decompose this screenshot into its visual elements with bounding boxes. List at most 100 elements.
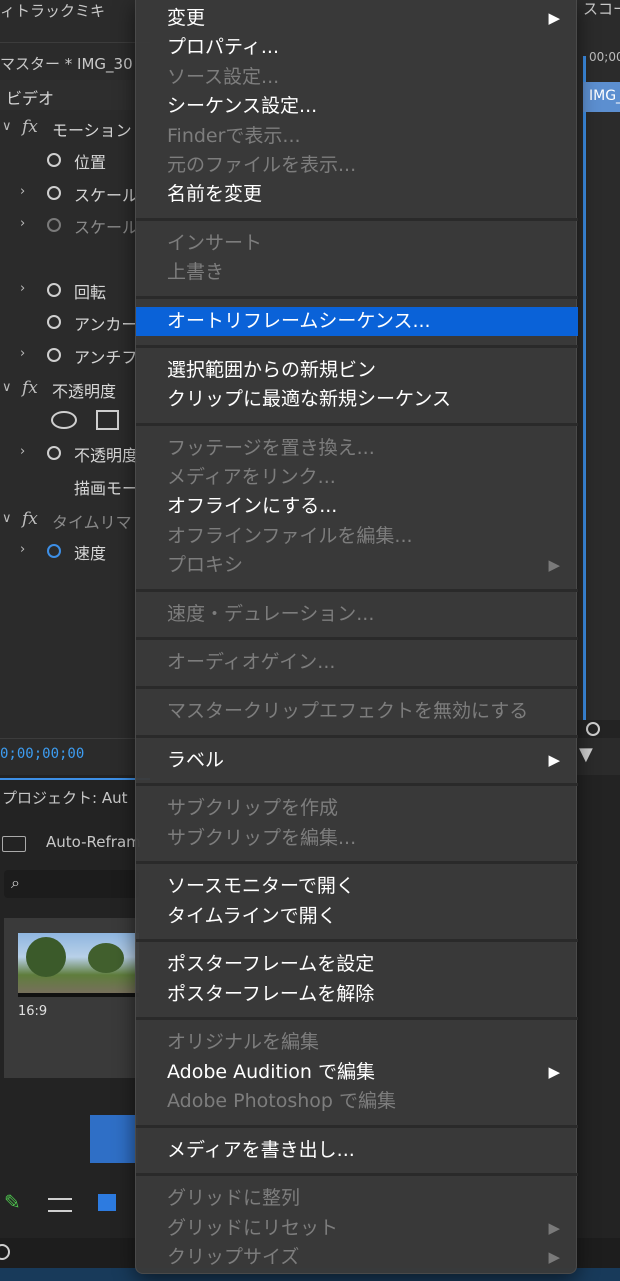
sequence-thumbnail[interactable] bbox=[90, 1115, 138, 1163]
menu-item: インサート bbox=[136, 229, 578, 258]
menu-item[interactable]: シーケンス設定... bbox=[136, 92, 578, 121]
menu-item-label: プロパティ... bbox=[167, 36, 279, 59]
stopwatch-icon[interactable] bbox=[47, 186, 61, 200]
menu-separator bbox=[136, 344, 578, 348]
fx-icon[interactable]: fx bbox=[22, 117, 38, 137]
submenu-arrow-icon: ▶ bbox=[548, 750, 560, 769]
project-tab[interactable]: プロジェクト: Aut bbox=[2, 787, 127, 808]
menu-item: サブクリップを作成 bbox=[136, 794, 578, 823]
effect-property-label: 不透明度 bbox=[52, 382, 117, 401]
expand-chevron-icon[interactable]: › bbox=[20, 444, 25, 459]
stopwatch-icon[interactable] bbox=[47, 153, 61, 167]
submenu-arrow-icon: ▶ bbox=[548, 1218, 560, 1237]
zoom-handle-icon[interactable] bbox=[0, 1244, 10, 1260]
ruler-timecode: 00;00 bbox=[589, 50, 620, 64]
menu-separator bbox=[136, 783, 578, 787]
menu-item-label: メディアをリンク... bbox=[167, 466, 336, 488]
menu-item-label: オーディオゲイン... bbox=[167, 651, 336, 674]
menu-item[interactable]: ソースモニターで開く bbox=[136, 872, 578, 901]
ellipse-mask-icon[interactable] bbox=[51, 411, 77, 429]
menu-separator bbox=[136, 1173, 578, 1177]
menu-item-label: マスタークリップエフェクトを無効にする bbox=[167, 700, 529, 722]
menu-item: メディアをリンク... bbox=[136, 463, 578, 492]
effect-property-label: 回転 bbox=[74, 283, 107, 302]
folder-icon[interactable] bbox=[2, 836, 26, 852]
menu-item[interactable]: ポスターフレームを解除 bbox=[136, 980, 578, 1009]
submenu-arrow-icon: ▶ bbox=[548, 556, 560, 575]
menu-item-label: Finderで表示... bbox=[167, 124, 301, 147]
effect-property-label: 不透明度 bbox=[74, 446, 139, 465]
effect-property-label: アンカー bbox=[74, 315, 138, 334]
menu-item: 元のファイルを表示... bbox=[136, 151, 578, 180]
menu-item[interactable]: 変更 ▶ bbox=[136, 4, 578, 33]
timeline-clip-label: IMG_ bbox=[589, 88, 620, 104]
search-input[interactable]: ⌕ bbox=[4, 870, 139, 898]
playhead-timecode[interactable]: 0;00;00;00 bbox=[0, 746, 84, 762]
menu-item[interactable]: ラベル ▶ bbox=[136, 746, 578, 775]
menu-item: Finderで表示... bbox=[136, 122, 578, 151]
menu-item[interactable]: オフラインにする... bbox=[136, 492, 578, 521]
menu-item-label: クリップサイズ bbox=[167, 1246, 300, 1268]
audio-track-mixer-tab[interactable]: ィトラックミキ bbox=[0, 0, 105, 22]
icon-view-icon[interactable] bbox=[98, 1194, 116, 1211]
list-view-icon[interactable] bbox=[48, 1198, 72, 1212]
stopwatch-icon[interactable] bbox=[47, 544, 61, 558]
menu-item[interactable]: プロパティ... bbox=[136, 33, 578, 62]
menu-separator bbox=[136, 1124, 578, 1128]
master-clip-label[interactable]: マスター * IMG_30 bbox=[0, 53, 133, 74]
effect-property-label: 位置 bbox=[74, 153, 107, 172]
effect-property-label: アンチフ bbox=[74, 348, 138, 367]
fx-icon[interactable]: fx bbox=[22, 509, 38, 529]
pencil-icon[interactable]: ✎ bbox=[4, 1190, 21, 1214]
menu-item[interactable]: Adobe Audition で編集 ▶ bbox=[136, 1058, 578, 1087]
expand-chevron-icon[interactable]: › bbox=[20, 184, 25, 199]
effect-property-label: タイムリマ bbox=[52, 513, 132, 532]
menu-item-label: ソース設定... bbox=[167, 65, 280, 88]
menu-item[interactable]: 名前を変更 bbox=[136, 180, 578, 209]
menu-item[interactable]: クリップに最適な新規シーケンス bbox=[136, 385, 578, 414]
effect-controls-panel: ィトラックミキ マスター * IMG_30 ビデオ ∨ fx モーション 位置 › スケー… bbox=[0, 0, 150, 775]
stopwatch-icon[interactable] bbox=[47, 348, 61, 362]
playhead-line[interactable] bbox=[583, 56, 586, 726]
menu-item: Adobe Photoshop で編集 bbox=[136, 1087, 578, 1116]
submenu-arrow-icon: ▶ bbox=[548, 9, 560, 27]
divider bbox=[0, 42, 150, 43]
menu-item-label: ポスターフレームを解除 bbox=[167, 982, 375, 1005]
menu-item[interactable]: ポスターフレームを設定 bbox=[136, 950, 578, 979]
menu-item-label: オフラインファイルを編集... bbox=[167, 524, 413, 547]
menu-item-label: タイムラインで開く bbox=[167, 904, 337, 927]
menu-separator bbox=[136, 1017, 578, 1021]
menu-item[interactable]: 選択範囲からの新規ビン bbox=[136, 356, 578, 385]
expand-chevron-icon[interactable]: › bbox=[20, 281, 25, 296]
fx-icon[interactable]: fx bbox=[22, 378, 38, 398]
timeline-clip[interactable]: IMG_ bbox=[583, 82, 620, 112]
stopwatch-icon[interactable] bbox=[47, 446, 61, 460]
menu-item-label: メディアを書き出し... bbox=[167, 1138, 355, 1161]
clip-thumbnail-card[interactable]: 16:9 bbox=[4, 918, 139, 1078]
scopes-tab[interactable]: スコー bbox=[583, 0, 620, 19]
stopwatch-icon[interactable] bbox=[47, 218, 61, 232]
expand-chevron-icon[interactable]: ∨ bbox=[2, 511, 12, 526]
rectangle-mask-icon[interactable] bbox=[96, 410, 119, 430]
stopwatch-icon[interactable] bbox=[47, 283, 61, 297]
menu-item: ソース設定... bbox=[136, 63, 578, 92]
expand-chevron-icon[interactable]: › bbox=[20, 216, 25, 231]
zoom-handle-icon[interactable] bbox=[586, 722, 600, 736]
expand-chevron-icon[interactable]: ∨ bbox=[2, 380, 12, 395]
menu-item[interactable]: メディアを書き出し... bbox=[136, 1136, 578, 1165]
expand-chevron-icon[interactable]: › bbox=[20, 346, 25, 361]
menu-item-label: プロキシ bbox=[167, 554, 244, 577]
menu-item: 上書き bbox=[136, 258, 578, 287]
stopwatch-icon[interactable] bbox=[47, 315, 61, 329]
menu-separator bbox=[136, 685, 578, 689]
context-menu: 変更 ▶ プロパティ... ソース設定... シーケンス設定... Finderで表示..… bbox=[135, 0, 578, 1274]
menu-item[interactable]: タイムラインで開く bbox=[136, 902, 578, 931]
expand-chevron-icon[interactable]: › bbox=[20, 542, 25, 557]
menu-item[interactable]: オートリフレームシーケンス... bbox=[136, 307, 578, 336]
menu-item: 速度・デュレーション... bbox=[136, 600, 578, 629]
filter-icon[interactable]: ▼ bbox=[579, 744, 593, 765]
thumb-scrub-bar[interactable] bbox=[18, 993, 139, 997]
expand-chevron-icon[interactable]: ∨ bbox=[2, 119, 12, 134]
menu-item-label: 選択範囲からの新規ビン bbox=[167, 358, 377, 381]
menu-item: グリッドに整列 bbox=[136, 1184, 578, 1213]
